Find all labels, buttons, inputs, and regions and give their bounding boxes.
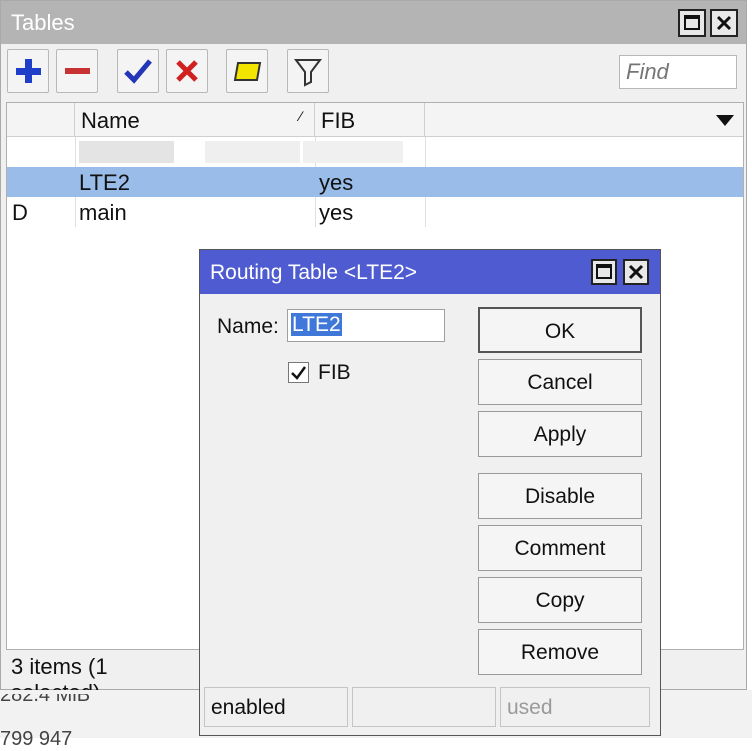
maximize-icon [684, 15, 700, 30]
copy-button[interactable]: Copy [478, 577, 642, 623]
row-fib: yes [319, 170, 354, 195]
comment-button[interactable] [226, 49, 268, 93]
dialog-close-button[interactable] [623, 259, 649, 285]
checkmark-icon [291, 366, 307, 380]
enable-button[interactable] [117, 49, 159, 93]
counter-value: 799 947 [0, 728, 73, 750]
maximize-icon [596, 264, 612, 279]
row-name: LTE2 [79, 170, 130, 195]
remove-button[interactable] [56, 49, 98, 93]
column-chooser[interactable] [425, 103, 743, 137]
fib-column-header[interactable]: FIB [315, 103, 425, 137]
filter-icon [294, 59, 322, 87]
close-button[interactable] [710, 9, 738, 37]
sort-indicator-icon: ∕ [299, 108, 302, 124]
items-count-status: 3 items (1 selected) [11, 654, 108, 705]
comment-note-icon [233, 62, 262, 81]
dialog-titlebar[interactable]: Routing Table <LTE2> [200, 250, 660, 294]
fib-column-label: FIB [321, 108, 356, 133]
close-icon [628, 264, 644, 280]
table-row[interactable]: D main yes [7, 197, 425, 227]
cancel-button[interactable]: Cancel [478, 359, 642, 405]
table-row[interactable]: LTE2 yes [7, 167, 743, 197]
fib-checkbox[interactable] [288, 362, 309, 383]
checkmark-icon [124, 59, 152, 84]
add-button[interactable] [7, 49, 49, 93]
disable-button[interactable] [166, 49, 208, 93]
close-icon [716, 15, 732, 31]
tables-title: Tables [11, 10, 75, 35]
plus-icon [16, 59, 41, 83]
dialog-title: Routing Table <LTE2> [210, 261, 418, 284]
ok-button[interactable]: OK [478, 307, 642, 353]
apply-button[interactable]: Apply [478, 411, 642, 457]
filter-button[interactable] [287, 49, 329, 93]
name-field-value: LTE2 [291, 313, 342, 336]
tables-titlebar[interactable]: Tables [1, 1, 746, 44]
comment-button[interactable]: Comment [478, 525, 642, 571]
minus-icon [65, 68, 90, 74]
fib-label: FIB [318, 361, 351, 384]
remove-button[interactable]: Remove [478, 629, 642, 675]
blurred-cell [79, 141, 174, 163]
disable-button[interactable]: Disable [478, 473, 642, 519]
table-row-blank[interactable] [7, 137, 425, 167]
row-fib: yes [319, 200, 354, 225]
name-column-label: Name [81, 108, 140, 133]
flag-column-header[interactable] [7, 103, 75, 137]
name-label: Name: [217, 315, 279, 338]
dropdown-arrow-icon [716, 115, 734, 126]
row-name: main [79, 200, 127, 225]
status-blank [352, 687, 496, 727]
blurred-cell [303, 141, 403, 163]
red-x-icon [176, 60, 198, 82]
routing-table-dialog: Routing Table <LTE2> Name: LTE2 FIB OK C… [199, 249, 661, 736]
maximize-button[interactable] [678, 9, 706, 37]
status-enabled: enabled [204, 687, 348, 727]
row-flag: D [12, 200, 28, 225]
name-column-header[interactable]: Name ∕ [75, 103, 315, 137]
name-field[interactable]: LTE2 [287, 309, 445, 342]
blurred-cell [205, 141, 300, 163]
status-used: used [500, 687, 650, 727]
find-input[interactable] [619, 55, 737, 89]
dialog-maximize-button[interactable] [591, 259, 617, 285]
